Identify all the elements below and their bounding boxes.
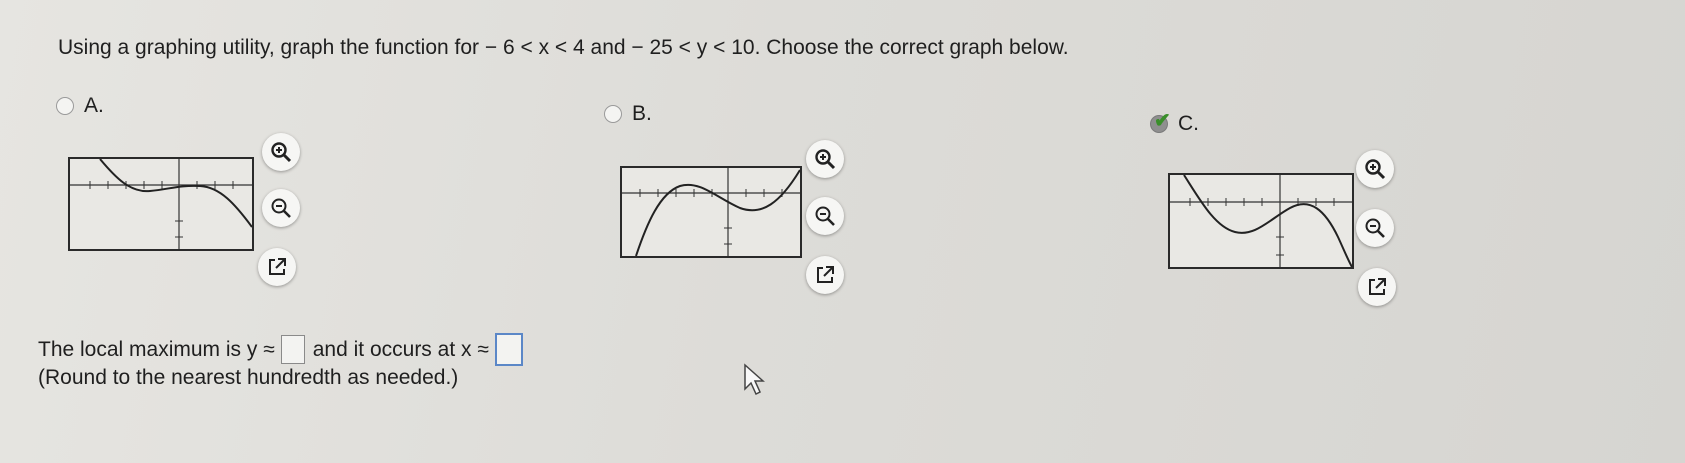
popout-button-c[interactable] bbox=[1358, 268, 1396, 306]
external-link-icon bbox=[817, 266, 834, 283]
mouse-cursor-icon bbox=[744, 363, 765, 396]
answer-text-1: The local maximum is y ≈ bbox=[38, 337, 275, 361]
zoom-in-icon bbox=[271, 142, 292, 163]
zoom-out-icon bbox=[815, 206, 835, 226]
zoom-out-icon bbox=[1365, 218, 1385, 238]
zoom-out-button-c[interactable] bbox=[1356, 209, 1394, 247]
option-c[interactable]: ✔ C. bbox=[1150, 110, 1199, 136]
answer-line: The local maximum is y ≈ and it occurs a… bbox=[38, 333, 531, 366]
graph-c bbox=[1168, 173, 1354, 269]
zoom-out-button-b[interactable] bbox=[806, 197, 844, 235]
answer-text-2: and it occurs at x ≈ bbox=[312, 337, 489, 361]
popout-button-b[interactable] bbox=[806, 256, 844, 294]
zoom-out-button-a[interactable] bbox=[262, 189, 300, 227]
checkmark-icon: ✔ bbox=[1154, 110, 1171, 132]
graph-a bbox=[68, 157, 254, 251]
graph-b bbox=[620, 166, 802, 258]
option-b[interactable]: B. bbox=[604, 102, 652, 126]
zoom-in-icon bbox=[1365, 159, 1386, 180]
zoom-in-button-a[interactable] bbox=[262, 133, 300, 171]
zoom-in-icon bbox=[815, 149, 836, 170]
x-value-input[interactable] bbox=[494, 333, 523, 366]
graph-b-plot bbox=[622, 168, 800, 256]
zoom-in-button-c[interactable] bbox=[1356, 150, 1394, 188]
option-a[interactable]: A. bbox=[56, 94, 104, 118]
popout-button-a[interactable] bbox=[258, 248, 296, 286]
external-link-icon bbox=[269, 258, 286, 275]
y-value-input[interactable] bbox=[280, 335, 305, 364]
question-text: Using a graphing utility, graph the func… bbox=[58, 36, 1069, 59]
rounding-note: (Round to the nearest hundredth as neede… bbox=[38, 366, 459, 389]
graph-a-plot bbox=[70, 159, 252, 249]
external-link-icon bbox=[1369, 278, 1386, 295]
option-c-radio[interactable]: ✔ bbox=[1150, 110, 1171, 133]
option-a-radio[interactable] bbox=[56, 97, 74, 115]
option-b-label: B. bbox=[632, 102, 652, 125]
zoom-out-icon bbox=[271, 198, 291, 218]
option-b-radio[interactable] bbox=[604, 105, 622, 123]
option-a-label: A. bbox=[84, 94, 104, 117]
zoom-in-button-b[interactable] bbox=[806, 140, 844, 178]
option-c-label: C. bbox=[1178, 112, 1199, 135]
graph-c-plot bbox=[1170, 175, 1352, 267]
